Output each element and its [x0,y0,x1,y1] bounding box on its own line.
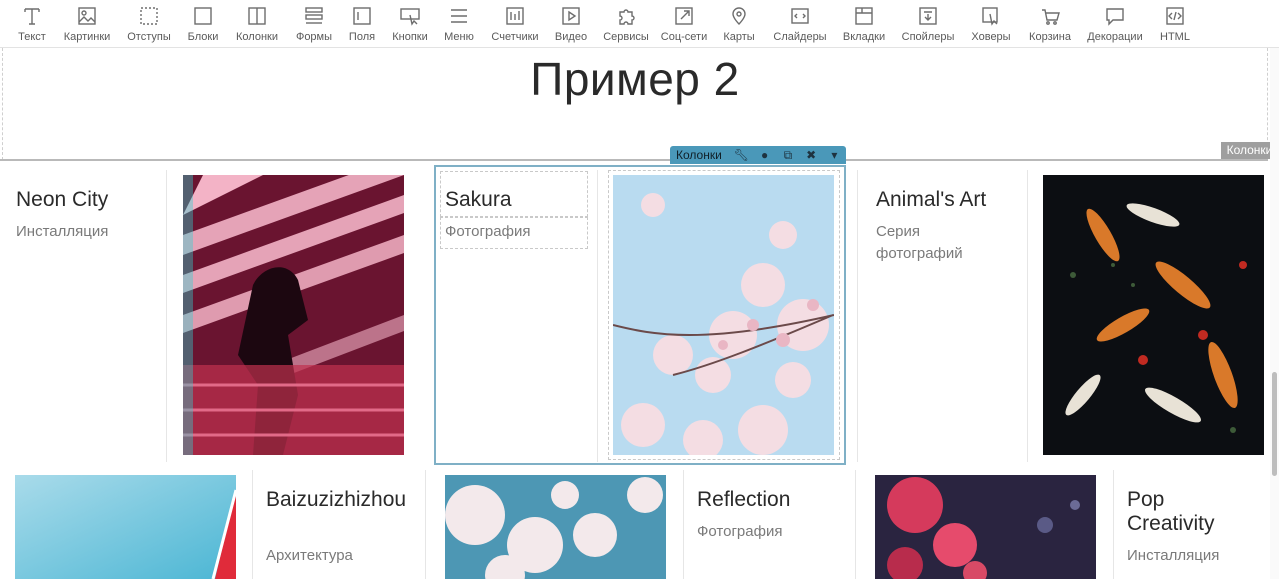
column-toolbar: Колонки 🔧︎ ● ⧉ ✖ ▾ [670,146,846,164]
tool-columns[interactable]: Колонки [226,0,288,47]
tool-buttons[interactable]: Кнопки [384,0,436,47]
column-divider [597,170,598,462]
column-divider [857,170,858,462]
block-icon [194,7,212,25]
form-icon [305,7,323,24]
editor-canvas: Пример 2 Колонки Neon City Инсталляция К… [0,48,1279,579]
tool-spoilers[interactable]: Спойлеры [896,0,960,47]
html-icon [1166,7,1184,25]
card-subtitle[interactable]: Архитектура [266,545,353,567]
copy-icon[interactable]: ⧉ [776,148,799,163]
map-pin-icon [732,7,746,25]
tool-text[interactable]: Текст [8,0,56,47]
hover-icon [982,7,998,26]
column-divider [683,470,684,579]
share-icon [675,7,693,25]
card-title-animals-art[interactable]: Animal's Art [876,188,986,212]
spoiler-icon [919,7,937,25]
column-divider [425,470,426,579]
image-icon [78,7,96,25]
column-divider [855,470,856,579]
scrollbar-track[interactable] [1270,48,1279,579]
columns-icon [248,7,266,25]
column-divider [252,470,253,579]
widget-toolbar: Текст Картинки Отступы Блоки Колонки Фор… [0,0,1279,48]
slider-icon [791,8,809,24]
text-icon [24,8,40,25]
field-icon [353,7,371,25]
card-title-sakura[interactable]: Sakura [445,188,512,212]
card-title-baizuzizhizhou[interactable]: Baizuzizhizhou [266,488,416,512]
tool-forms[interactable]: Формы [288,0,340,47]
drop-icon[interactable]: ● [753,148,776,162]
button-icon [400,8,420,26]
sakura-image[interactable] [613,175,834,455]
close-icon[interactable]: ✖ [800,148,823,162]
tool-images[interactable]: Картинки [56,0,118,47]
architecture-image[interactable] [15,475,236,579]
reflection-image[interactable] [445,475,666,579]
tool-sliders[interactable]: Слайдеры [768,0,832,47]
padding-icon [140,7,158,25]
tool-video[interactable]: Видео [548,0,594,47]
tabs-icon [855,7,873,25]
title-block[interactable]: Пример 2 [2,48,1268,160]
card-subtitle[interactable]: Фотография [697,521,782,543]
wrench-icon[interactable]: 🔧︎ [730,148,753,162]
card-title-reflection[interactable]: Reflection [697,488,790,512]
card-subtitle[interactable]: Инсталляция [16,221,108,243]
neon-city-image[interactable] [183,175,404,455]
counter-icon [506,7,524,25]
card-subtitle[interactable]: Фотография [445,221,530,243]
tool-services[interactable]: Сервисы [594,0,658,47]
tool-social[interactable]: Соц-сети [658,0,710,47]
tool-tabs[interactable]: Вкладки [832,0,896,47]
tool-maps[interactable]: Карты [710,0,768,47]
pop-creativity-image[interactable] [875,475,1096,579]
column-divider [166,170,167,462]
tool-fields[interactable]: Поля [340,0,384,47]
tool-hovers[interactable]: Ховеры [960,0,1022,47]
video-icon [562,7,580,25]
card-subtitle[interactable]: Серия фотографий [876,221,996,265]
section-divider [0,159,1268,161]
card-subtitle[interactable]: Инсталляция [1127,545,1219,567]
puzzle-icon [619,9,635,25]
scrollbar-thumb[interactable] [1272,372,1277,476]
column-toolbar-label: Колонки [676,148,722,162]
card-title-neon-city[interactable]: Neon City [16,188,108,212]
card-title-pop-creativity[interactable]: Pop Creativity [1127,488,1247,536]
column-divider [1113,470,1114,579]
tool-cart[interactable]: Корзина [1022,0,1078,47]
tool-menu[interactable]: Меню [436,0,482,47]
koi-fish-image[interactable] [1043,175,1264,455]
tool-blocks[interactable]: Блоки [180,0,226,47]
speech-bubble-icon [1106,8,1124,26]
tool-padding[interactable]: Отступы [118,0,180,47]
cart-icon [1042,9,1060,25]
column-divider [1027,170,1028,462]
tool-decorations[interactable]: Декорации [1078,0,1152,47]
tool-html[interactable]: HTML [1152,0,1198,47]
menu-icon [451,9,467,23]
page-title[interactable]: Пример 2 [3,52,1267,106]
caret-down-icon[interactable]: ▾ [823,148,846,162]
tool-counters[interactable]: Счетчики [482,0,548,47]
